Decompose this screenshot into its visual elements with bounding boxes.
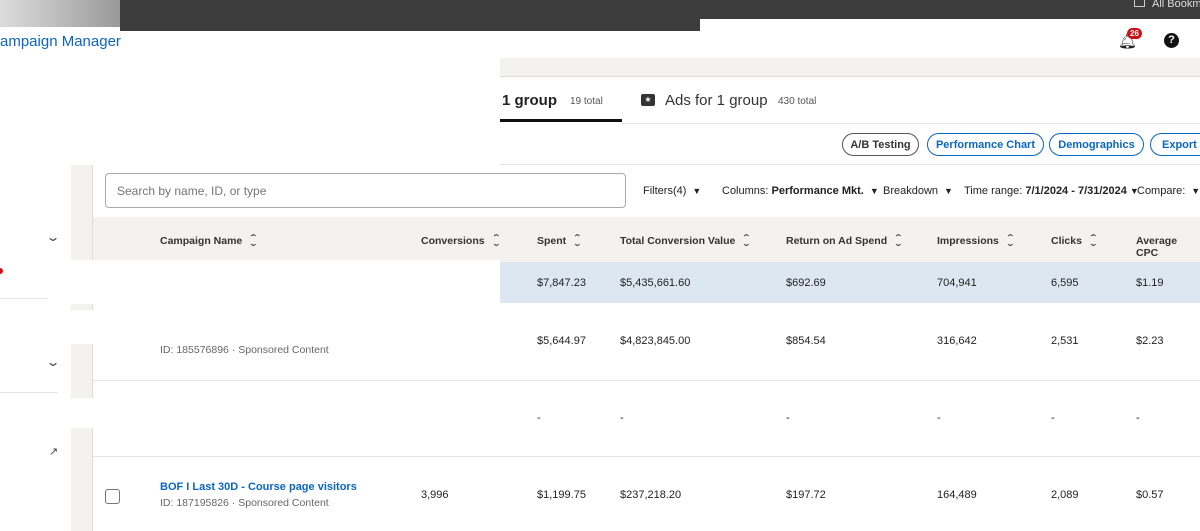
sort-icon: ⌃ ⌄	[572, 233, 583, 248]
caret-down-icon: ▼	[1191, 186, 1200, 196]
spent-cell: $7,847.23	[537, 277, 586, 289]
roas-cell: $854.54	[786, 335, 826, 347]
cpc-cell: $0.57	[1136, 489, 1164, 501]
caret-down-icon: ▼	[692, 186, 702, 196]
column-header-total-conversion-value[interactable]: Total Conversion Value ⌃ ⌄	[620, 233, 752, 248]
sort-icon: ⌃ ⌄	[491, 233, 501, 248]
chevron-down-icon[interactable]: ⌄	[45, 230, 60, 244]
sort-icon: ⌃ ⌄	[742, 233, 752, 248]
table-gutter	[71, 165, 93, 531]
impressions-cell: 164,489	[937, 489, 977, 501]
tcv-cell: $4,823,845.00	[620, 335, 691, 347]
tcv-cell: -	[620, 412, 624, 424]
spent-cell: $5,644.97	[537, 335, 586, 347]
bookmarks-bar	[700, 0, 1200, 19]
tcv-cell: $5,435,661.60	[620, 277, 691, 289]
performance-chart-button[interactable]: Performance Chart	[927, 133, 1044, 156]
tab-count: 19 total	[570, 96, 603, 107]
sort-icon: ⌃ ⌄	[248, 233, 259, 248]
impressions-cell: 316,642	[937, 335, 977, 347]
folder-icon	[1134, 0, 1145, 7]
sort-icon: ⌃ ⌄	[893, 233, 904, 248]
help-icon[interactable]: ?	[1164, 33, 1179, 48]
clicks-cell: 2,089	[1051, 489, 1079, 501]
time-range-dropdown[interactable]: Time range: 7/1/2024 - 7/31/2024 ▼	[964, 185, 1139, 197]
sidebar-divider	[0, 298, 48, 299]
roas-cell: -	[786, 412, 790, 424]
roas-cell: $197.72	[786, 489, 826, 501]
filters-dropdown[interactable]: Filters(4) ▼	[643, 185, 701, 197]
divider	[500, 164, 1200, 165]
redacted-area	[70, 398, 500, 428]
compare-dropdown[interactable]: Compare: ▼	[1137, 185, 1200, 197]
export-button[interactable]: Export	[1150, 133, 1200, 156]
ad-icon: ★	[641, 94, 655, 106]
row-divider	[93, 380, 1200, 381]
campaign-meta: ID: 187195826 · Sponsored Content	[160, 497, 329, 509]
sort-icon: ⌃ ⌄	[1005, 233, 1015, 248]
column-header-impressions[interactable]: Impressions ⌃ ⌄	[937, 233, 1015, 248]
search-input[interactable]	[105, 173, 626, 208]
clicks-cell: 6,595	[1051, 277, 1079, 289]
column-header-spent[interactable]: Spent ⌃ ⌄	[537, 233, 583, 248]
column-header-average-cpc[interactable]: Average CPC	[1136, 235, 1200, 259]
divider	[622, 123, 1200, 124]
column-header-roas[interactable]: Return on Ad Spend ⌃ ⌄	[786, 233, 904, 248]
caret-down-icon: ▼	[944, 186, 953, 196]
redacted-area	[48, 260, 500, 304]
tab-ads[interactable]: ★ Ads for 1 group 430 total	[640, 77, 840, 122]
roas-cell: $692.69	[786, 277, 826, 289]
clicks-cell: -	[1051, 412, 1055, 424]
row-divider	[93, 456, 1200, 457]
tab-count: 430 total	[778, 96, 817, 107]
bookmarks-button[interactable]: All Bookm	[1134, 0, 1200, 10]
campaign-meta: ID: 185576896 · Sponsored Content	[160, 344, 329, 356]
cpc-cell: $2.23	[1136, 335, 1164, 347]
caret-down-icon: ▼	[869, 186, 879, 196]
row-checkbox[interactable]	[105, 489, 120, 504]
tab-label: 1 group	[502, 92, 557, 109]
cpc-cell: -	[1136, 412, 1140, 424]
tab-groups[interactable]: 1 group 19 total	[500, 77, 622, 122]
tab-label: Ads for 1 group	[665, 92, 768, 109]
conversions-cell: 3,996	[421, 489, 449, 501]
gray-band	[500, 58, 1200, 77]
clicks-cell: 2,531	[1051, 335, 1079, 347]
spent-cell: -	[537, 412, 541, 424]
spent-cell: $1,199.75	[537, 489, 586, 501]
demographics-button[interactable]: Demographics	[1049, 133, 1144, 156]
external-link-icon[interactable]: ↗	[49, 445, 58, 458]
cpc-cell: $1.19	[1136, 277, 1164, 289]
impressions-cell: -	[937, 412, 941, 424]
status-dot	[0, 268, 3, 274]
campaign-name-link[interactable]: BOF I Last 30D - Course page visitors	[160, 481, 357, 493]
browser-bar	[120, 0, 700, 31]
tcv-cell: $237,218.20	[620, 489, 682, 501]
column-header-conversions[interactable]: Conversions ⌃ ⌄	[421, 233, 501, 248]
impressions-cell: 704,941	[937, 277, 977, 289]
window-blur	[0, 0, 120, 27]
sort-icon: ⌃ ⌄	[1088, 233, 1098, 248]
columns-dropdown[interactable]: Columns: Performance Mkt. ▼	[722, 185, 879, 197]
sidebar-divider	[0, 392, 58, 393]
column-header-campaign-name[interactable]: Campaign Name ⌃ ⌄	[160, 233, 259, 248]
redacted-area	[70, 310, 500, 344]
ab-testing-button[interactable]: A/B Testing	[842, 133, 919, 156]
chevron-down-icon[interactable]: ⌄	[45, 355, 60, 369]
app-title[interactable]: ampaign Manager	[0, 33, 121, 50]
column-header-clicks[interactable]: Clicks ⌃ ⌄	[1051, 233, 1098, 248]
breakdown-dropdown[interactable]: Breakdown ▼	[883, 185, 953, 197]
notification-badge: 26	[1127, 28, 1142, 39]
